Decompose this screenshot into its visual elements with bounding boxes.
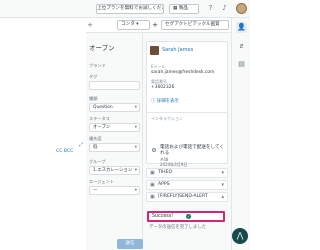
chevron-up-icon: ▴ xyxy=(221,194,224,200)
chevron-down-icon: ▾ xyxy=(134,145,137,150)
cc-bcc-link[interactable]: CC BCC xyxy=(56,149,73,154)
bell-icon[interactable]: ♪ xyxy=(220,4,229,13)
agent-label: エージェント xyxy=(89,179,115,184)
app-apps[interactable]: ▣ APPS ▾ xyxy=(146,180,228,190)
group-label: グループ xyxy=(89,159,106,164)
conversation-area: ⤢ CC BCC xyxy=(0,18,86,250)
show-details-link[interactable]: ⓘ 詳細を表示 xyxy=(151,98,179,104)
status-title: オープン xyxy=(89,44,115,52)
tags-field[interactable] xyxy=(89,81,140,90)
status-label: ステータス xyxy=(89,116,110,121)
chevron-down-icon: ▾ xyxy=(221,182,224,188)
ticket-title[interactable]: 電話および電話で配送をしてくれる xyxy=(160,145,226,157)
success-message: Success! ✓ xyxy=(147,211,225,222)
ticket-properties: オープン ブランド タグ 種類 Question ▾ ステータス オープン ▾ 優先… xyxy=(86,33,143,250)
interactions-label: インタラクション xyxy=(151,116,183,121)
layout-icon[interactable]: ▤ xyxy=(237,60,246,69)
success-text: Success! xyxy=(152,214,174,219)
priority-select[interactable]: 低 ▾ xyxy=(89,143,140,152)
context-panel: Sarah James Eメール sarah.james@freshdesk.c… xyxy=(143,33,231,250)
chevron-down-icon: ▾ xyxy=(134,168,137,173)
user-icon[interactable]: 👤 xyxy=(236,22,247,33)
divider xyxy=(147,112,227,113)
z-icon[interactable]: ƶ xyxy=(237,42,246,51)
app-send-alert[interactable]: ▣ [FIREFLY]SEND-ALERT ▴ xyxy=(146,192,228,202)
success-subtext: データの送信を完了しました xyxy=(149,225,207,230)
group-select[interactable]: 1.エスカレーション ▾ xyxy=(89,166,140,175)
chevron-down-icon: ▾ xyxy=(134,188,137,193)
type-label: 種類 xyxy=(89,96,98,101)
submit-button[interactable]: 送信 xyxy=(117,239,143,249)
ticket-status-dot xyxy=(152,148,156,152)
trial-button[interactable]: 上位プランを無料でお試しください xyxy=(96,4,164,14)
phone-value: +3602326 xyxy=(151,85,175,90)
chevron-down-icon: ▾ xyxy=(134,125,137,130)
brand-label: ブランド xyxy=(89,63,106,68)
profile-avatar[interactable] xyxy=(236,3,247,14)
user-avatar xyxy=(150,46,159,55)
expand-icon[interactable]: ⤢ xyxy=(79,142,83,148)
user-name[interactable]: Sarah James xyxy=(162,47,193,53)
top-bar: 上位プランを無料でお試しください ▦ 製品 ? ♪ xyxy=(0,0,250,18)
priority-label: 優先度 xyxy=(89,136,102,141)
check-icon: ✓ xyxy=(186,214,191,219)
agent-select[interactable]: — ▾ xyxy=(89,186,140,195)
chevron-down-icon: ▾ xyxy=(134,105,137,110)
app-icon: ▣ xyxy=(150,182,155,188)
add-button[interactable]: + xyxy=(151,20,159,30)
tags-label: タグ xyxy=(89,74,98,79)
user-card: Sarah James Eメール sarah.james@freshdesk.c… xyxy=(146,41,228,167)
app-icon: ▣ xyxy=(150,170,155,176)
chevron-down-icon: ▾ xyxy=(221,170,224,176)
type-select[interactable]: Question ▾ xyxy=(89,103,140,112)
contact-dropdown[interactable]: コンタ ▾ xyxy=(117,20,150,30)
apps-dropdown[interactable]: セグアクトビアックル画質 xyxy=(161,20,229,30)
add-tab-icon[interactable]: + xyxy=(86,21,94,30)
assist-icon[interactable]: ⋀ xyxy=(232,228,248,244)
email-value: sarah.james@freshdesk.com xyxy=(151,70,215,75)
chevron-down-icon: ▾ xyxy=(134,22,139,27)
app-icon: ▣ xyxy=(150,194,155,200)
status-select[interactable]: オープン ▾ xyxy=(89,123,140,132)
ticket-toolbar: + コンタ ▾ + セグアクトビアックル画質 xyxy=(86,18,231,33)
product-tray-button[interactable]: ▦ 製品 xyxy=(169,4,199,14)
help-icon[interactable]: ? xyxy=(206,4,215,13)
app-tiheo[interactable]: ▣ TIHEO ▾ xyxy=(146,168,228,178)
right-rail: 👤 ƶ ▤ xyxy=(231,18,250,250)
